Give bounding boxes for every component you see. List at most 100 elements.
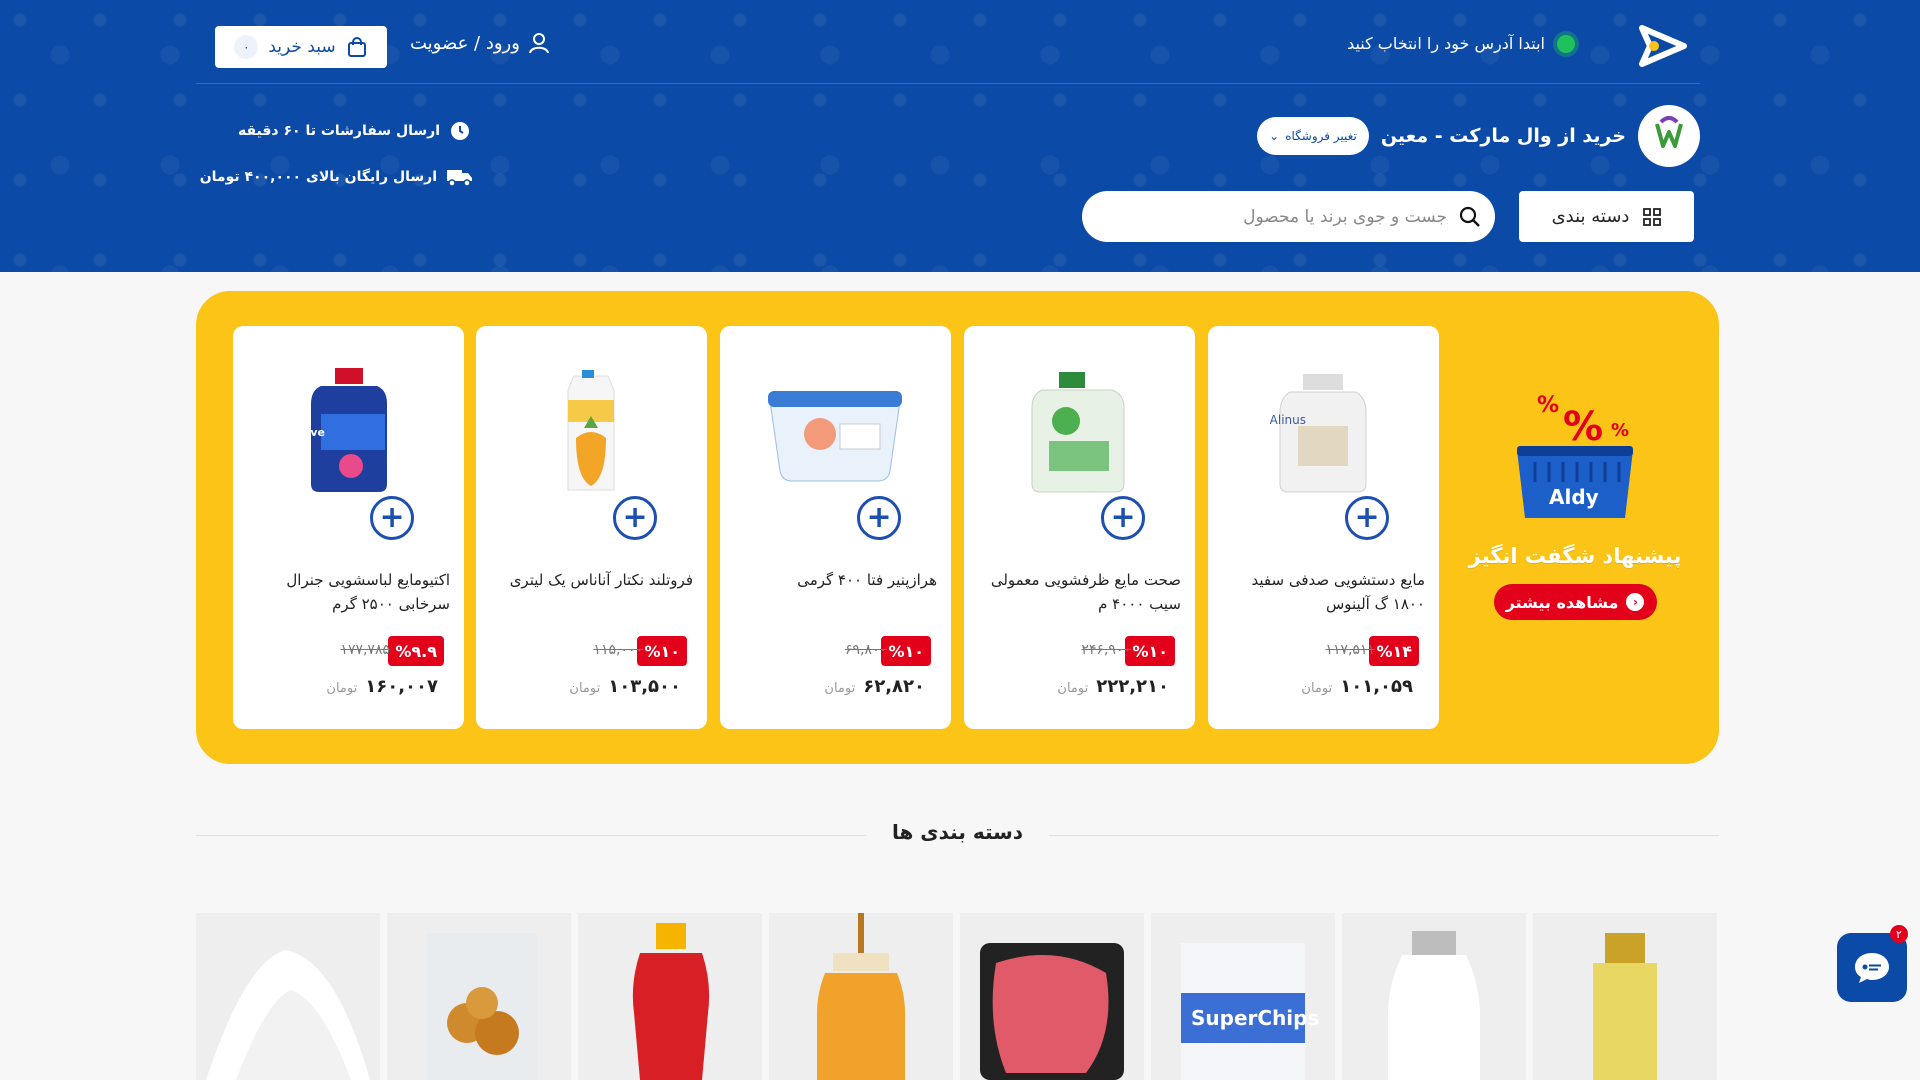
old-price: ۶۹,۸۰۰: [844, 642, 887, 658]
cart-label: سبد خرید: [268, 37, 336, 57]
discount-badge: %۱۰: [881, 636, 931, 666]
product-card[interactable]: Alinus + مایع دستشویی صدفی سفید ۱۸۰۰ گ آلی…: [1208, 326, 1439, 729]
product-name[interactable]: مایع دستشویی صدفی سفید ۱۸۰۰ گ آلینوس: [1222, 568, 1426, 616]
cart-count-badge: ۰: [234, 35, 259, 59]
cooking-oil-image: [1593, 933, 1657, 1080]
cart-button[interactable]: سبد خرید ۰: [215, 26, 387, 68]
product-name[interactable]: صحت مایع ظرفشویی معمولی سیب ۴۰۰۰ م: [978, 568, 1181, 616]
honey-jar-image: [817, 913, 905, 1080]
truck-icon: [447, 170, 472, 187]
search-input[interactable]: [1096, 206, 1459, 227]
product-card[interactable]: + فروتلند نکتار آناناس یک لیتری %۱۰ ۱۱۵,۰۰۰…: [476, 326, 707, 729]
chevron-left-circle-icon: ‹: [1626, 593, 1645, 611]
category-tile-cooking-oil[interactable]: [1533, 913, 1717, 1080]
chat-button[interactable]: [1837, 933, 1907, 1002]
discount-badge: %۱۴: [1369, 636, 1419, 666]
svg-text:%: %: [1537, 393, 1559, 418]
product-name[interactable]: فروتلند نکتار آناناس یک لیتری: [490, 568, 693, 592]
price-value: ۱۰۱,۰۵۹: [1340, 676, 1413, 697]
perk-delivery-time-text: ارسال سفارشات تا ۶۰ دقیقه: [237, 123, 440, 139]
product-image[interactable]: [1004, 366, 1154, 496]
product-price: ۲۲۲,۲۱۰ تومان: [1057, 676, 1169, 697]
svg-text:Alinus: Alinus: [1270, 413, 1306, 427]
store-logo: [1638, 105, 1700, 167]
login-link[interactable]: ورود / عضویت: [410, 32, 550, 54]
chat-bubble-icon: [1855, 952, 1889, 983]
price-value: ۶۲,۸۲۰: [863, 676, 925, 697]
old-price: ۱۱۵,۰۰۰: [593, 642, 643, 658]
amazing-offer-title: پیشنهاد شگفت انگیز: [1468, 544, 1682, 568]
discount-badge: %۹.۹: [388, 636, 444, 666]
search-icon[interactable]: [1459, 206, 1481, 228]
clock-icon: [451, 122, 469, 140]
product-card[interactable]: + هرازپنیر فتا ۴۰۰ گرمی %۱۰ ۶۹,۸۰۰ ۶۲,۸۲۰ توم…: [720, 326, 951, 729]
discount-badge: %۱۰: [637, 636, 687, 666]
product-price: ۶۲,۸۲۰ تومان: [824, 676, 925, 697]
categories-button[interactable]: دسته بندی: [1519, 191, 1694, 242]
perk-free-shipping: ارسال رایگان بالای ۴۰۰,۰۰۰ تومان: [200, 167, 473, 187]
svg-text:%: %: [1563, 404, 1603, 450]
red-meat-image: [980, 943, 1124, 1080]
discount-basket-icon: % % % Aldy: [1505, 370, 1645, 520]
svg-text:%: %: [1611, 420, 1629, 441]
category-tile-milk-bottle[interactable]: [1342, 913, 1526, 1080]
old-price: ۲۴۶,۹۰۰: [1081, 642, 1131, 658]
location-status-icon: [1557, 34, 1575, 53]
change-store-button[interactable]: تغییر فروشگاه ⌄: [1257, 117, 1369, 155]
search-bar: [1082, 191, 1495, 242]
store-title: خرید از وال مارکت - معین: [1380, 125, 1626, 147]
categories-title: دسته بندی ها: [891, 820, 1024, 844]
price-value: ۲۲۲,۲۱۰: [1096, 676, 1169, 697]
frozen-nuggets-image: [427, 933, 537, 1080]
product-card[interactable]: + صحت مایع ظرفشویی معمولی سیب ۴۰۰۰ م %۱۰ ۲۴…: [964, 326, 1195, 729]
currency-label: تومان: [569, 681, 601, 696]
add-to-cart-icon[interactable]: +: [1101, 496, 1145, 540]
store-info: خرید از وال مارکت - معین تغییر فروشگاه ⌄: [1257, 105, 1700, 167]
old-price: ۱۷۷,۷۸۵: [340, 642, 390, 658]
category-tile-flour[interactable]: [196, 913, 380, 1080]
product-image[interactable]: [760, 366, 910, 496]
milk-bottle-image: [1388, 931, 1480, 1080]
product-name[interactable]: اکتیومایع لباسشویی جنرال سرخابی ۲۵۰۰ گرم: [247, 568, 450, 616]
view-more-label: مشاهده بیشتر: [1505, 592, 1619, 612]
category-tile-honey-jar[interactable]: [769, 913, 953, 1080]
product-price: ۱۰۱,۰۵۹ تومان: [1301, 676, 1413, 697]
add-to-cart-icon[interactable]: +: [370, 496, 414, 540]
product-image[interactable]: Alinus: [1248, 366, 1398, 496]
discount-badge: %۱۰: [1125, 636, 1175, 666]
add-to-cart-icon[interactable]: +: [613, 496, 657, 540]
perk-delivery-time: ارسال سفارشات تا ۶۰ دقیقه: [238, 121, 470, 141]
chevron-down-icon: ⌄: [1269, 129, 1280, 143]
currency-label: تومان: [326, 681, 358, 696]
add-to-cart-icon[interactable]: +: [857, 496, 901, 540]
user-icon: [528, 33, 549, 54]
category-tile-frozen-nuggets[interactable]: [387, 913, 571, 1080]
product-image[interactable]: [516, 366, 666, 496]
product-name[interactable]: هرازپنیر فتا ۴۰۰ گرمی: [734, 568, 937, 592]
promo-brand-text: Aldy: [1549, 485, 1599, 509]
perk-free-shipping-text: ارسال رایگان بالای ۴۰۰,۰۰۰ تومان: [199, 169, 437, 185]
chips-bag-image: SuperChips: [1181, 943, 1319, 1080]
categories-section-header: دسته بندی ها: [196, 820, 1719, 850]
header-divider: [196, 83, 1700, 84]
product-image[interactable]: Active: [273, 366, 423, 496]
header: ابتدا آدرس خود را انتخاب کنید ورود / عضو…: [0, 0, 1920, 272]
category-tile-ketchup-bottle[interactable]: [578, 913, 762, 1080]
flour-image: [206, 950, 370, 1080]
category-tile-chips-bag[interactable]: SuperChips: [1151, 913, 1335, 1080]
amazing-offer-promo: % % % Aldy پیشنهاد شگفت انگیز ‹ مشاهده ب…: [1455, 370, 1695, 620]
grid-icon: [1643, 207, 1662, 226]
address-selector[interactable]: ابتدا آدرس خود را انتخاب کنید: [1347, 34, 1575, 53]
product-price: ۱۰۳,۵۰۰ تومان: [569, 676, 681, 697]
shopping-bag-icon: [347, 37, 366, 57]
add-to-cart-icon[interactable]: +: [1345, 496, 1389, 540]
categories-button-label: دسته بندی: [1551, 206, 1630, 227]
currency-label: تومان: [1057, 681, 1089, 696]
svg-text:Active: Active: [286, 426, 325, 439]
view-more-button[interactable]: ‹ مشاهده بیشتر: [1493, 584, 1657, 620]
address-prompt: ابتدا آدرس خود را انتخاب کنید: [1347, 34, 1545, 53]
site-logo[interactable]: [1636, 24, 1688, 68]
product-card[interactable]: Active + اکتیومایع لباسشویی جنرال سرخابی ۲…: [233, 326, 464, 729]
category-tile-red-meat[interactable]: [960, 913, 1144, 1080]
old-price: ۱۱۷,۵۱۱: [1325, 642, 1375, 658]
